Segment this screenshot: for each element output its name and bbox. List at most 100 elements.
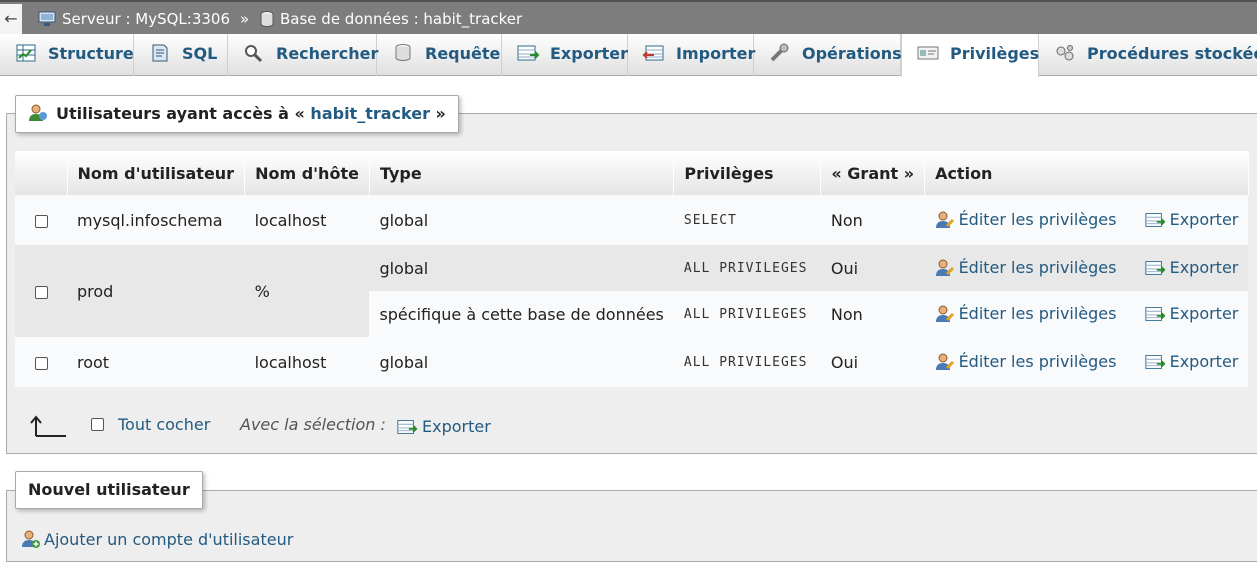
new-user-legend: Nouvel utilisateur xyxy=(15,471,203,509)
privileges-cell: SELECT xyxy=(673,195,821,245)
edit-privileges-link[interactable]: Éditer les privilèges xyxy=(935,304,1117,323)
tab-operations[interactable]: Opérations xyxy=(754,34,902,76)
bulk-actions-bar: Tout cocher Avec la sélection : Exporter xyxy=(30,412,530,438)
hostname-cell: localhost xyxy=(244,337,370,387)
row-select-cell xyxy=(15,245,67,337)
tab-search[interactable]: Rechercher xyxy=(228,34,379,76)
tab-privileges[interactable]: Privilèges xyxy=(901,34,1039,77)
add-user-account-label: Ajouter un compte d'utilisateur xyxy=(44,530,294,549)
col-privileges: Privilèges xyxy=(673,151,822,195)
edit-privileges-link[interactable]: Éditer les privilèges xyxy=(935,352,1117,371)
tab-structure[interactable]: Structure xyxy=(0,34,134,76)
tab-structure-label: Structure xyxy=(48,44,134,63)
search-icon xyxy=(245,45,263,63)
bulk-export-label: Exporter xyxy=(422,417,491,436)
tab-export-label: Exporter xyxy=(550,44,628,63)
col-select xyxy=(15,151,68,195)
wrench-icon xyxy=(770,43,789,62)
export-user-link[interactable]: Exporter xyxy=(1144,304,1239,323)
privileges-cell: ALL PRIVILEGES xyxy=(673,245,821,291)
col-type: Type xyxy=(369,151,675,195)
export-icon xyxy=(397,420,418,434)
hostname-cell: % xyxy=(244,245,370,337)
table-row: mysql.infoschema localhost global SELECT… xyxy=(15,195,1249,245)
export-icon xyxy=(1144,355,1166,369)
add-user-account-link[interactable]: Ajouter un compte d'utilisateur xyxy=(21,529,293,551)
export-user-label: Exporter xyxy=(1169,352,1239,371)
export-user-link[interactable]: Exporter xyxy=(1144,352,1239,371)
table-row: root localhost global ALL PRIVILEGES Oui… xyxy=(15,337,1249,387)
sql-icon xyxy=(152,44,168,62)
privileges-cell: ALL PRIVILEGES xyxy=(673,291,821,337)
action-cell: Éditer les privilèges Exporter xyxy=(924,337,1249,387)
tab-privileges-label: Privilèges xyxy=(950,44,1040,63)
row-checkbox[interactable] xyxy=(34,356,48,370)
tab-operations-label: Opérations xyxy=(802,44,902,63)
tab-bar: Structure SQL Rechercher Requête Exporte… xyxy=(0,34,1257,77)
edit-privileges-link[interactable]: Éditer les privilèges xyxy=(935,210,1117,229)
tab-import[interactable]: Importer xyxy=(628,34,756,76)
server-icon xyxy=(38,11,56,26)
table-row: prod % global ALL PRIVILEGES Oui Éditer … xyxy=(15,245,1249,337)
bulk-export-button[interactable]: Exporter xyxy=(396,414,491,440)
back-arrow-icon[interactable]: ← xyxy=(0,4,22,34)
tab-sql[interactable]: SQL xyxy=(134,34,228,76)
check-all-checkbox[interactable] xyxy=(91,418,104,431)
top-breadcrumb-bar: ← Serveur : MySQL:3306 » Base de données… xyxy=(0,0,1257,34)
tab-import-label: Importer xyxy=(676,44,756,63)
col-hostname: Nom d'hôte xyxy=(244,151,370,195)
select-arrow-icon xyxy=(30,415,66,437)
edit-privileges-label: Éditer les privilèges xyxy=(958,258,1117,277)
edit-privileges-label: Éditer les privilèges xyxy=(958,210,1117,229)
breadcrumb-database-label: Base de données : habit_tracker xyxy=(280,10,523,28)
edit-privileges-label: Éditer les privilèges xyxy=(958,304,1117,323)
routines-icon xyxy=(1056,45,1074,61)
check-all-link[interactable]: Tout cocher xyxy=(118,412,210,438)
hostname-cell: localhost xyxy=(244,195,370,245)
users-legend-prefix: Utilisateurs ayant accès à « xyxy=(56,104,305,123)
edit-user-icon xyxy=(935,353,954,370)
row-checkbox[interactable] xyxy=(34,285,48,299)
row-select-cell xyxy=(15,337,67,387)
users-legend-db-link[interactable]: habit_tracker xyxy=(310,104,430,123)
user-group-icon xyxy=(29,104,47,121)
username-cell: prod xyxy=(67,245,245,337)
grant-cell: Non xyxy=(820,195,925,245)
tab-search-label: Rechercher xyxy=(276,44,379,63)
breadcrumb-server[interactable]: Serveur : MySQL:3306 xyxy=(38,8,230,30)
users-table-header: Nom d'utilisateur Nom d'hôte Type Privil… xyxy=(15,151,1249,195)
users-legend-suffix: » xyxy=(435,104,446,123)
tab-query[interactable]: Requête xyxy=(377,34,502,76)
type-cell: spécifique à cette base de données xyxy=(369,291,674,337)
export-icon xyxy=(517,45,540,61)
breadcrumb-database[interactable]: Base de données : habit_tracker xyxy=(260,8,522,30)
export-icon xyxy=(1144,261,1166,275)
tab-query-label: Requête xyxy=(425,44,501,63)
row-checkbox[interactable] xyxy=(34,214,48,228)
username-cell: root xyxy=(67,337,245,387)
col-grant: « Grant » xyxy=(820,151,926,195)
edit-privileges-link[interactable]: Éditer les privilèges xyxy=(935,258,1117,277)
edit-user-icon xyxy=(935,211,954,228)
with-selection-label: Avec la sélection : xyxy=(240,415,386,434)
grant-cell: Oui xyxy=(820,245,925,291)
tab-stored-procedures[interactable]: Procédures stockées xyxy=(1039,34,1257,76)
edit-user-icon xyxy=(935,305,954,322)
tab-export[interactable]: Exporter xyxy=(502,34,628,76)
add-user-icon xyxy=(22,530,40,548)
export-user-link[interactable]: Exporter xyxy=(1144,258,1239,277)
col-username: Nom d'utilisateur xyxy=(67,151,246,195)
tab-sql-label: SQL xyxy=(182,44,218,63)
tab-stored-procedures-label: Procédures stockées xyxy=(1087,44,1257,63)
breadcrumb-separator: » xyxy=(240,10,250,28)
username-cell: mysql.infoschema xyxy=(67,195,245,245)
export-user-link[interactable]: Exporter xyxy=(1144,210,1238,229)
breadcrumb-server-label: Serveur : MySQL:3306 xyxy=(62,10,231,28)
import-icon xyxy=(642,45,664,61)
export-user-label: Exporter xyxy=(1169,258,1239,277)
edit-privileges-label: Éditer les privilèges xyxy=(958,352,1117,371)
privileges-cell: ALL PRIVILEGES xyxy=(673,337,821,387)
export-icon xyxy=(1144,213,1166,227)
export-user-label: Exporter xyxy=(1169,304,1239,323)
col-action: Action xyxy=(924,151,1249,195)
